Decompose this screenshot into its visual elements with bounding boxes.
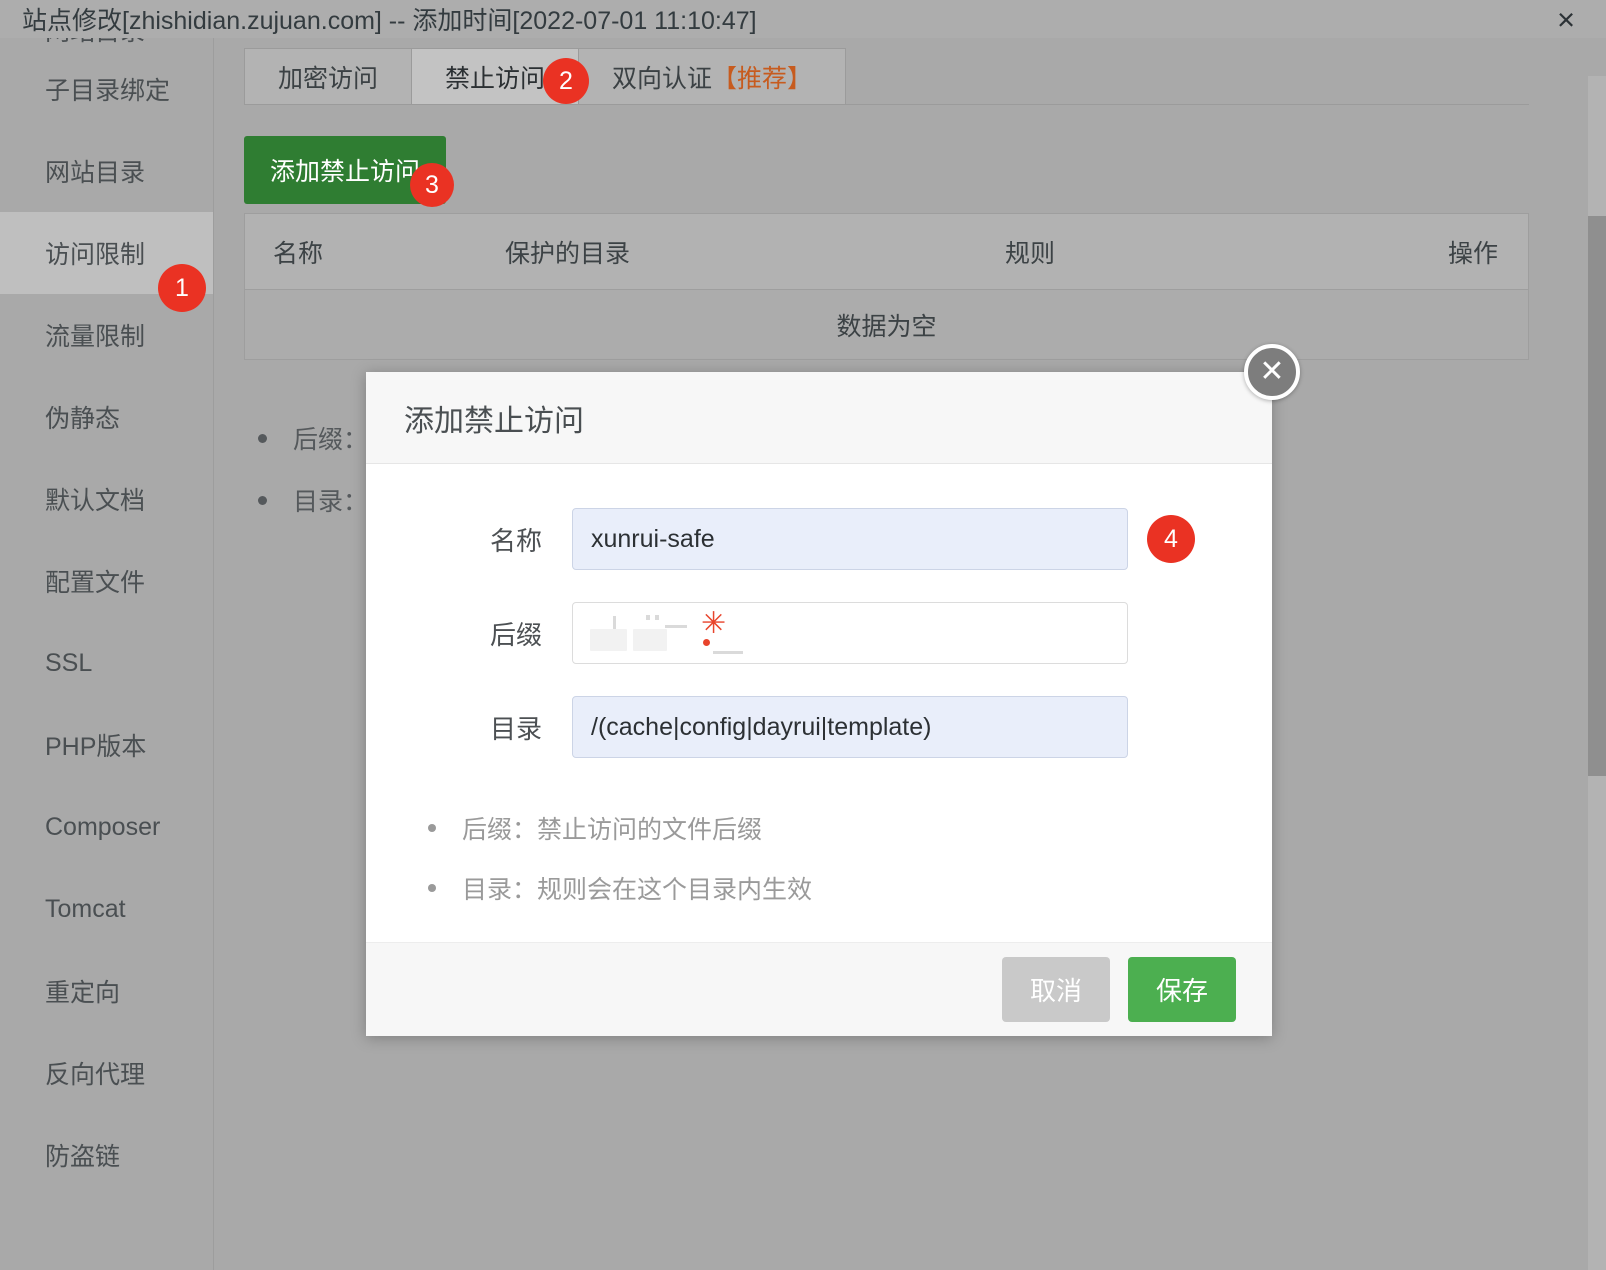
tab-bar: 加密访问 禁止访问 双向认证 【推荐】 [244,48,847,104]
add-forbidden-access-button[interactable]: 添加禁止访问 [244,136,447,204]
dialog-hint-directory-text: 目录：规则会在这个目录内生效 [462,876,813,904]
dialog-body: 名称 后缀 ✳ 目录 [366,464,1272,942]
redaction-mark [655,615,659,620]
sidebar-item-clipped-top[interactable]: 网站目录 [0,38,213,48]
tab-encrypted-access[interactable]: 加密访问 [244,48,413,104]
table-empty-text: 数据为空 [836,312,937,341]
sidebar-item-pseudo-static[interactable]: 伪静态 [0,376,213,458]
sidebar-item-hotlink-protection[interactable]: 防盗链 [0,1114,213,1196]
required-asterisk-icon: ✳ [701,607,727,640]
bullet-icon [258,496,267,505]
redaction-mark [713,651,743,654]
forbidden-access-table: 名称 保护的目录 规则 操作 数据为空 [244,213,1529,360]
bullet-icon [258,434,267,443]
bullet-icon [428,884,436,892]
table-header-directory: 保护的目录 [505,239,631,268]
sidebar-item-default-document[interactable]: 默认文档 [0,458,213,540]
sidebar-item-tomcat[interactable]: Tomcat [0,868,213,950]
red-dot-icon [703,639,710,646]
redaction-block [590,629,627,651]
sidebar-item-access-restriction[interactable]: 访问限制 [0,212,213,294]
dialog-title: 添加禁止访问 [404,404,584,438]
suffix-input[interactable]: ✳ [572,602,1128,664]
table-header-row: 名称 保护的目录 规则 操作 [245,214,1528,290]
dialog-hint-item: 目录：规则会在这个目录内生效 [428,870,1272,906]
window-close-icon[interactable]: × [1548,4,1584,35]
name-input[interactable] [572,508,1128,570]
sidebar: 网站目录 子目录绑定 网站目录 访问限制 流量限制 伪静态 默认文档 配置文件 … [0,38,214,1270]
sidebar-item-reverse-proxy[interactable]: 反向代理 [0,1032,213,1114]
dialog-hint-suffix-text: 后缀：禁止访问的文件后缀 [462,816,763,844]
sidebar-item-php-version[interactable]: PHP版本 [0,704,213,786]
dialog-hint-list: 后缀：禁止访问的文件后缀 目录：规则会在这个目录内生效 [428,810,1272,906]
name-field-label: 名称 [489,525,542,556]
dialog-hint-item: 后缀：禁止访问的文件后缀 [428,810,1272,846]
tabs-divider [244,104,1529,105]
form-row-directory: 目录 [366,696,1272,758]
sidebar-item-composer[interactable]: Composer [0,786,213,868]
sidebar-item-ssl[interactable]: SSL [0,622,213,704]
tab-forbidden-access-label: 禁止访问 [445,64,546,93]
table-header-action: 操作 [1447,239,1498,268]
table-empty-row: 数据为空 [245,290,1528,360]
redaction-block [633,629,667,651]
cancel-button[interactable]: 取消 [1001,957,1110,1022]
page-scrollbar-track[interactable] [1588,76,1606,1270]
redaction-mark [613,616,616,629]
directory-input[interactable] [572,696,1128,758]
app-root: 站点修改[zhishidian.zujuan.com] -- 添加时间[2022… [0,0,1606,1270]
redaction-mark [665,625,687,628]
tab-forbidden-access[interactable]: 禁止访问 [411,48,580,104]
tab-mutual-auth-recommend-badge: 【推荐】 [712,64,813,93]
table-header-rule: 规则 [1005,239,1056,268]
sidebar-item-subdir-binding[interactable]: 子目录绑定 [0,48,213,130]
add-forbidden-access-dialog: ✕ 添加禁止访问 名称 后缀 ✳ [366,344,1300,1036]
sidebar-item-config-file[interactable]: 配置文件 [0,540,213,622]
page-title: 站点修改[zhishidian.zujuan.com] -- 添加时间[2022… [22,7,757,35]
sidebar-item-traffic-limit[interactable]: 流量限制 [0,294,213,376]
table-header-name: 名称 [273,239,324,268]
tab-encrypted-access-label: 加密访问 [278,64,379,93]
page-scrollbar-thumb[interactable] [1588,216,1606,776]
save-button[interactable]: 保存 [1127,957,1236,1022]
redaction-mark [646,615,650,620]
sidebar-item-site-directory[interactable]: 网站目录 [0,130,213,212]
dialog-footer: 取消 保存 [366,942,1272,1036]
window-titlebar: 站点修改[zhishidian.zujuan.com] -- 添加时间[2022… [0,0,1606,38]
sidebar-item-redirect[interactable]: 重定向 [0,950,213,1032]
dialog-header: 添加禁止访问 [366,372,1272,464]
tab-mutual-auth[interactable]: 双向认证 【推荐】 [578,48,847,104]
tab-mutual-auth-label: 双向认证 [612,64,713,93]
form-row-suffix: 后缀 ✳ [366,602,1272,664]
form-row-name: 名称 [366,508,1272,570]
directory-field-label: 目录 [489,713,542,744]
suffix-field-label: 后缀 [489,619,542,650]
dialog-close-icon[interactable]: ✕ [1244,344,1300,400]
bullet-icon [428,824,436,832]
